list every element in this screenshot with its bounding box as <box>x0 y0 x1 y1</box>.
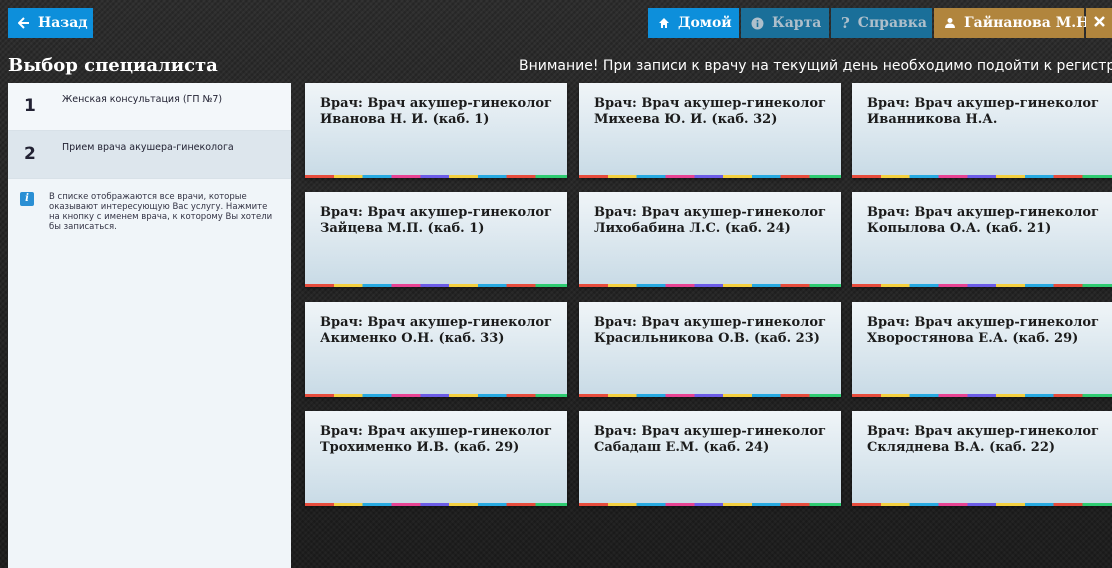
notice-text: Внимание! При записи к врачу на текущий … <box>519 58 1112 74</box>
home-label: Домой <box>678 15 732 31</box>
doctor-button[interactable]: Врач: Врач акушер-гинеколог Сабадаш Е.М.… <box>579 411 841 506</box>
color-stripe <box>852 175 1112 178</box>
close-button[interactable] <box>1086 8 1112 38</box>
info-panel: i В списке отображаются все врачи, котор… <box>8 179 291 232</box>
doctor-name: Скляднева В.А. (каб. 22) <box>867 440 1056 455</box>
doctor-button[interactable]: Врач: Врач акушер-гинеколог Иванова Н. И… <box>305 83 567 178</box>
back-button[interactable]: Назад <box>8 8 93 38</box>
home-icon <box>658 17 670 29</box>
doctor-button[interactable]: Врач: Врач акушер-гинеколог Копылова О.А… <box>852 192 1112 287</box>
info-text: В списке отображаются все врачи, которые… <box>49 192 273 232</box>
step-1[interactable]: 1 Женская консультация (ГП №7) <box>8 83 291 131</box>
doctor-button[interactable]: Врач: Врач акушер-гинеколог Красильников… <box>579 302 841 397</box>
doctor-specialty: Врач: Врач акушер-гинеколог <box>320 96 553 111</box>
doctor-specialty: Врач: Врач акушер-гинеколог <box>594 424 827 439</box>
close-icon <box>1093 15 1105 31</box>
doctor-name: Лихобабина Л.С. (каб. 24) <box>594 221 791 236</box>
sidebar: 1 Женская консультация (ГП №7) 2 Прием в… <box>8 83 291 568</box>
color-stripe <box>579 394 841 397</box>
doctor-name: Копылова О.А. (каб. 21) <box>867 221 1052 236</box>
doctor-text: Врач: Врач акушер-гинеколог Зайцева М.П.… <box>320 205 560 237</box>
user-button[interactable]: Гайнанова М.Н. <box>934 8 1094 38</box>
color-stripe <box>579 503 841 506</box>
doctor-name: Красильникова О.В. (каб. 23) <box>594 331 820 346</box>
doctor-button[interactable]: Врач: Врач акушер-гинеколог Михеева Ю. И… <box>579 83 841 178</box>
color-stripe <box>852 503 1112 506</box>
page-title: Выбор специалиста <box>8 55 218 76</box>
step-label: Женская консультация (ГП №7) <box>62 94 223 105</box>
doctor-text: Врач: Врач акушер-гинеколог Скляднева В.… <box>867 424 1107 456</box>
arrow-left-icon <box>18 17 30 29</box>
doctor-button[interactable]: Врач: Врач акушер-гинеколог Акименко О.Н… <box>305 302 567 397</box>
doctor-text: Врач: Врач акушер-гинеколог Михеева Ю. И… <box>594 96 834 128</box>
doctor-button[interactable]: Врач: Врач акушер-гинеколог Зайцева М.П.… <box>305 192 567 287</box>
doctor-specialty: Врач: Врач акушер-гинеколог <box>320 315 553 330</box>
color-stripe <box>305 284 567 287</box>
question-icon: ? <box>841 14 850 32</box>
map-label: Карта <box>772 15 822 31</box>
doctor-name: Акименко О.Н. (каб. 33) <box>320 331 505 346</box>
doctor-specialty: Врач: Врач акушер-гинеколог <box>594 315 827 330</box>
help-label: Справка <box>857 15 927 31</box>
doctor-name: Иванова Н. И. (каб. 1) <box>320 112 490 127</box>
info-icon: i <box>20 192 34 206</box>
color-stripe <box>305 394 567 397</box>
map-button[interactable]: Карта <box>741 8 829 38</box>
doctor-specialty: Врач: Врач акушер-гинеколог <box>867 315 1100 330</box>
doctor-specialty: Врач: Врач акушер-гинеколог <box>320 205 553 220</box>
color-stripe <box>579 284 841 287</box>
doctor-button[interactable]: Врач: Врач акушер-гинеколог Лихобабина Л… <box>579 192 841 287</box>
doctor-specialty: Врач: Врач акушер-гинеколог <box>867 424 1100 439</box>
user-icon <box>944 17 956 29</box>
color-stripe <box>579 175 841 178</box>
user-label: Гайнанова М.Н. <box>964 15 1095 31</box>
step-label: Прием врача акушера-гинеколога <box>62 142 234 153</box>
doctor-text: Врач: Врач акушер-гинеколог Иванова Н. И… <box>320 96 560 128</box>
doctor-name: Хворостянова Е.А. (каб. 29) <box>867 331 1079 346</box>
doctor-text: Врач: Врач акушер-гинеколог Сабадаш Е.М.… <box>594 424 834 456</box>
doctor-text: Врач: Врач акушер-гинеколог Красильников… <box>594 315 834 347</box>
doctor-text: Врач: Врач акушер-гинеколог Иванникова Н… <box>867 96 1107 128</box>
top-bar: Назад Домой Карта ? Справка Гайнанова М.… <box>0 0 1112 52</box>
step-number: 1 <box>24 96 36 116</box>
doctor-text: Врач: Врач акушер-гинеколог Копылова О.А… <box>867 205 1107 237</box>
doctor-name: Трохименко И.В. (каб. 29) <box>320 440 520 455</box>
step-2[interactable]: 2 Прием врача акушера-гинеколога <box>8 131 291 179</box>
help-button[interactable]: ? Справка <box>831 8 932 38</box>
doctor-button[interactable]: Врач: Врач акушер-гинеколог Хворостянова… <box>852 302 1112 397</box>
doctor-text: Врач: Врач акушер-гинеколог Лихобабина Л… <box>594 205 834 237</box>
doctor-button[interactable]: Врач: Врач акушер-гинеколог Иванникова Н… <box>852 83 1112 178</box>
color-stripe <box>305 175 567 178</box>
doctor-name: Иванникова Н.А. <box>867 112 998 127</box>
doctor-text: Врач: Врач акушер-гинеколог Хворостянова… <box>867 315 1107 347</box>
back-label: Назад <box>38 15 88 31</box>
doctor-button[interactable]: Врач: Врач акушер-гинеколог Трохименко И… <box>305 411 567 506</box>
doctor-button[interactable]: Врач: Врач акушер-гинеколог Скляднева В.… <box>852 411 1112 506</box>
info-circle-icon <box>751 17 764 30</box>
doctor-text: Врач: Врач акушер-гинеколог Трохименко И… <box>320 424 560 456</box>
color-stripe <box>852 284 1112 287</box>
color-stripe <box>305 503 567 506</box>
home-button[interactable]: Домой <box>648 8 739 38</box>
doctor-name: Зайцева М.П. (каб. 1) <box>320 221 485 236</box>
doctor-specialty: Врач: Врач акушер-гинеколог <box>867 205 1100 220</box>
doctor-name: Сабадаш Е.М. (каб. 24) <box>594 440 770 455</box>
doctor-text: Врач: Врач акушер-гинеколог Акименко О.Н… <box>320 315 560 347</box>
doctor-specialty: Врач: Врач акушер-гинеколог <box>867 96 1100 111</box>
color-stripe <box>852 394 1112 397</box>
doctor-name: Михеева Ю. И. (каб. 32) <box>594 112 778 127</box>
doctor-specialty: Врач: Врач акушер-гинеколог <box>320 424 553 439</box>
doctor-specialty: Врач: Врач акушер-гинеколог <box>594 205 827 220</box>
doctor-specialty: Врач: Врач акушер-гинеколог <box>594 96 827 111</box>
step-number: 2 <box>24 144 36 164</box>
